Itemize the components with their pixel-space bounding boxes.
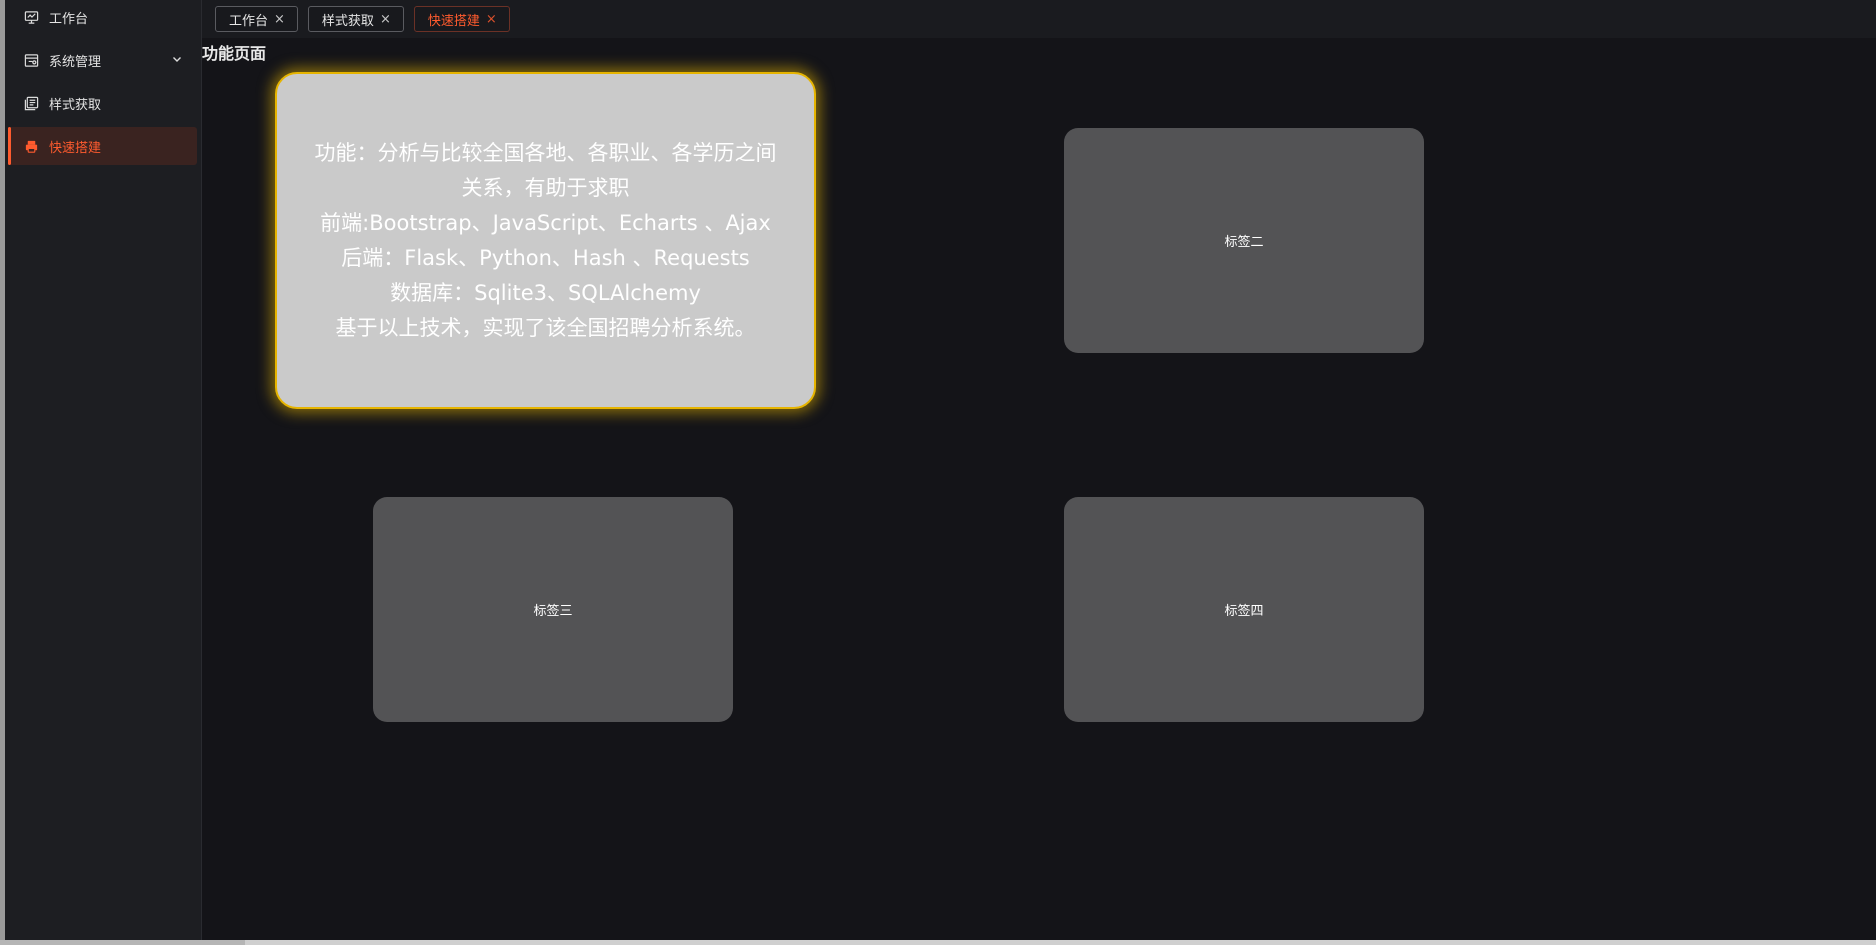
- sidebar-item-quick-build[interactable]: 快速搭建: [8, 127, 197, 165]
- book-icon: [23, 95, 39, 111]
- tab-label: 快速搭建: [427, 13, 480, 29]
- card-tag-two[interactable]: 标签二: [1064, 128, 1424, 353]
- feature-card[interactable]: 功能：分析与比较全国各地、各职业、各学历之间 关系，有助于求职 前端:Boots…: [275, 72, 816, 409]
- horizontal-scrollbar[interactable]: [0, 940, 1876, 945]
- sidebar-item-workbench[interactable]: 工作台: [9, 0, 197, 36]
- tab-label: 样式获取: [321, 13, 374, 29]
- tab-label: 工作台: [229, 13, 269, 29]
- scrollbar-thumb[interactable]: [0, 940, 245, 945]
- tab-workbench[interactable]: 工作台 ×: [215, 6, 298, 32]
- feature-description: 功能：分析与比较全国各地、各职业、各学历之间 关系，有助于求职 前端:Boots…: [315, 136, 777, 346]
- feature-line: 功能：分析与比较全国各地、各职业、各学历之间: [314, 140, 777, 165]
- card-tag-three[interactable]: 标签三: [373, 497, 733, 722]
- chevron-down-icon[interactable]: [171, 53, 183, 65]
- sidebar-item-label: 系统管理: [49, 54, 102, 70]
- card-tag-four[interactable]: 标签四: [1064, 497, 1424, 722]
- close-icon[interactable]: ×: [486, 13, 497, 26]
- page-title: 功能页面: [202, 44, 267, 63]
- build-icon: [23, 138, 39, 154]
- sidebar-item-label: 样式获取: [49, 97, 102, 113]
- card-label: 标签三: [533, 604, 573, 619]
- feature-line: 基于以上技术，实现了该全国招聘分析系统。: [335, 315, 756, 340]
- card-label: 标签二: [1224, 235, 1264, 250]
- sidebar-item-system-management[interactable]: 系统管理: [9, 41, 197, 79]
- sidebar: 工作台 系统管理 样式获取 快速搭建: [5, 0, 202, 940]
- tab-quick-build[interactable]: 快速搭建 ×: [413, 6, 510, 32]
- monitor-icon: [23, 9, 39, 25]
- card-label: 标签四: [1224, 604, 1264, 619]
- app-window: 工作台 系统管理 样式获取 快速搭建 工作台 × 样式获取 × 快速搭建 × 功…: [5, 0, 1876, 940]
- close-icon[interactable]: ×: [380, 13, 391, 26]
- feature-line: 前端:Bootstrap、JavaScript、Echarts 、Ajax: [320, 210, 771, 235]
- tab-style-fetch[interactable]: 样式获取 ×: [307, 6, 404, 32]
- sidebar-item-label: 工作台: [49, 11, 89, 27]
- feature-line: 关系，有助于求职: [461, 175, 630, 200]
- sidebar-item-style-fetch[interactable]: 样式获取: [9, 84, 197, 122]
- close-icon[interactable]: ×: [274, 13, 285, 26]
- settings-panel-icon: [23, 52, 39, 68]
- sidebar-item-label: 快速搭建: [49, 140, 102, 156]
- main-content: 工作台 × 样式获取 × 快速搭建 × 功能页面 功能：分析与比较全国各地、各职…: [202, 0, 1876, 940]
- feature-line: 数据库：Sqlite3、SQLAlchemy: [390, 280, 701, 305]
- feature-line: 后端：Flask、Python、Hash 、Requests: [341, 245, 750, 270]
- tab-bar: 工作台 × 样式获取 × 快速搭建 ×: [202, 0, 1876, 38]
